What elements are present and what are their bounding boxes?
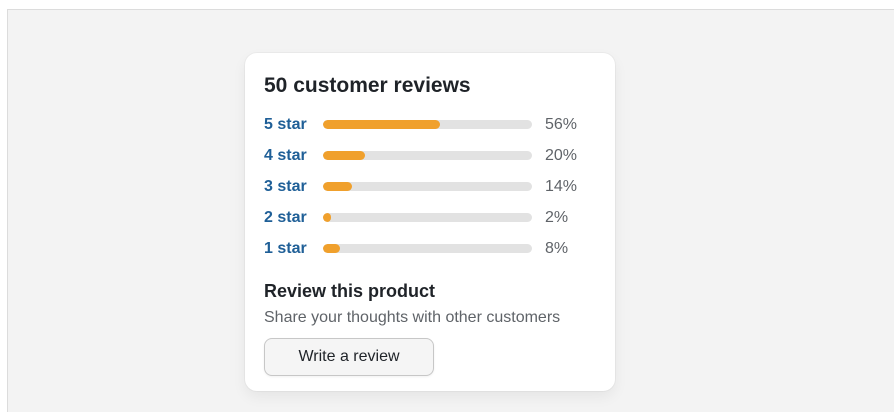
rating-bar-fill: [323, 213, 332, 222]
rating-bar-fill: [323, 182, 353, 191]
rating-bar-track[interactable]: [323, 213, 532, 222]
rating-bar-fill: [323, 120, 441, 129]
rating-bar-track[interactable]: [323, 182, 532, 191]
rating-row-4-star[interactable]: 4 star 20%: [264, 140, 596, 171]
rating-row-1-star[interactable]: 1 star 8%: [264, 233, 596, 264]
rating-bar-fill: [323, 151, 365, 160]
rating-percent[interactable]: 8%: [545, 240, 568, 258]
review-product-subtext: Share your thoughts with other customers: [264, 309, 561, 326]
rating-link-3-star[interactable]: 3 star: [264, 178, 323, 196]
rating-bar-track[interactable]: [323, 151, 532, 160]
rating-row-2-star[interactable]: 2 star 2%: [264, 202, 596, 233]
reviews-card: 50 customer reviews 5 star 56% 4 star 20…: [245, 53, 615, 391]
rating-bar-fill: [323, 244, 340, 253]
rating-link-5-star[interactable]: 5 star: [264, 116, 323, 134]
rating-histogram: 5 star 56% 4 star 20% 3 star 14% 2 star …: [264, 109, 596, 264]
rating-percent[interactable]: 2%: [545, 209, 568, 227]
rating-percent[interactable]: 14%: [545, 178, 577, 196]
write-review-button[interactable]: Write a review: [264, 338, 434, 376]
rating-bar-track[interactable]: [323, 120, 532, 129]
rating-row-5-star[interactable]: 5 star 56%: [264, 109, 596, 140]
review-product-heading: Review this product: [264, 281, 436, 301]
rating-link-4-star[interactable]: 4 star: [264, 147, 323, 165]
rating-row-3-star[interactable]: 3 star 14%: [264, 171, 596, 202]
page-background: 50 customer reviews 5 star 56% 4 star 20…: [7, 9, 894, 412]
rating-percent[interactable]: 20%: [545, 147, 577, 165]
rating-link-1-star[interactable]: 1 star: [264, 240, 323, 258]
rating-link-2-star[interactable]: 2 star: [264, 209, 323, 227]
rating-bar-track[interactable]: [323, 244, 532, 253]
reviews-title: 50 customer reviews: [264, 74, 471, 97]
rating-percent[interactable]: 56%: [545, 116, 577, 134]
